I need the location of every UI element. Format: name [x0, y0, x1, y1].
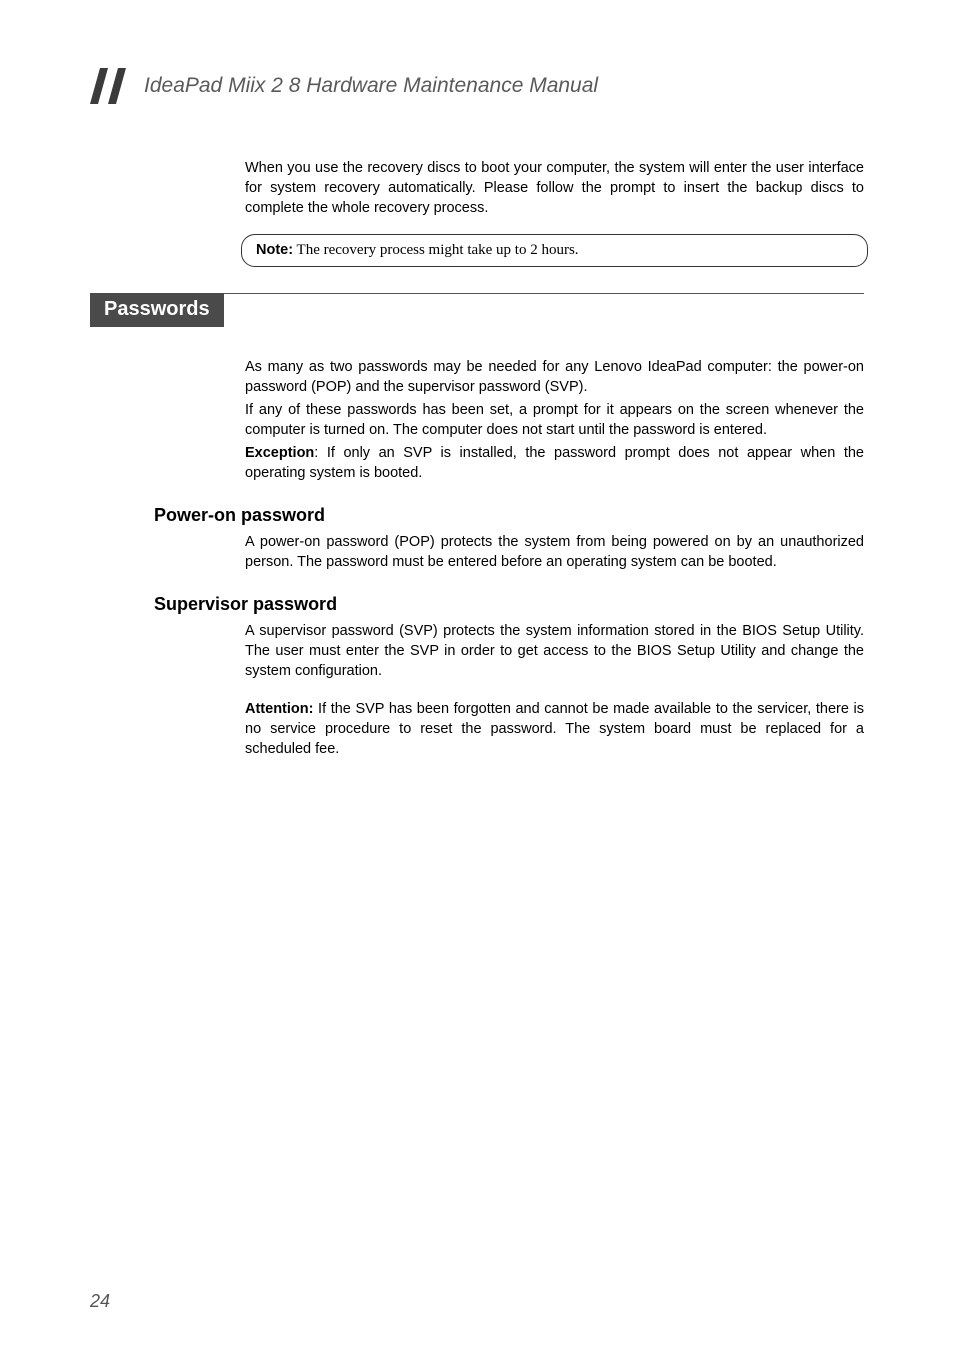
attention-label: Attention: — [245, 701, 313, 717]
double-slash-icon — [90, 68, 130, 104]
subheading-power-on-password: Power-on password — [154, 505, 864, 526]
power-on-body: A power-on password (POP) protects the s… — [245, 532, 864, 572]
supervisor-body: A supervisor password (SVP) protects the… — [245, 621, 864, 759]
section-title-passwords: Passwords — [90, 293, 224, 327]
passwords-p1: As many as two passwords may be needed f… — [245, 357, 864, 397]
passwords-exception: Exception: If only an SVP is installed, … — [245, 443, 864, 483]
supervisor-attention: Attention: If the SVP has been forgotten… — [245, 699, 864, 759]
passwords-section-body: As many as two passwords may be needed f… — [245, 357, 864, 483]
exception-text: : If only an SVP is installed, the passw… — [245, 445, 864, 481]
subheading-supervisor-password: Supervisor password — [154, 594, 864, 615]
supervisor-p1: A supervisor password (SVP) protects the… — [245, 621, 864, 681]
document-title: IdeaPad Miix 2 8 Hardware Maintenance Ma… — [144, 74, 598, 98]
intro-paragraph: When you use the recovery discs to boot … — [245, 158, 864, 218]
passwords-p2: If any of these passwords has been set, … — [245, 400, 864, 440]
exception-label: Exception — [245, 445, 314, 461]
page-number: 24 — [90, 1291, 110, 1312]
note-label: Note: — [256, 242, 293, 258]
page-header: IdeaPad Miix 2 8 Hardware Maintenance Ma… — [90, 68, 864, 104]
power-on-p1: A power-on password (POP) protects the s… — [245, 532, 864, 572]
note-text: The recovery process might take up to 2 … — [293, 242, 578, 258]
note-box: Note: The recovery process might take up… — [241, 234, 868, 267]
intro-block: When you use the recovery discs to boot … — [245, 158, 864, 267]
attention-text: If the SVP has been forgotten and cannot… — [245, 701, 864, 757]
